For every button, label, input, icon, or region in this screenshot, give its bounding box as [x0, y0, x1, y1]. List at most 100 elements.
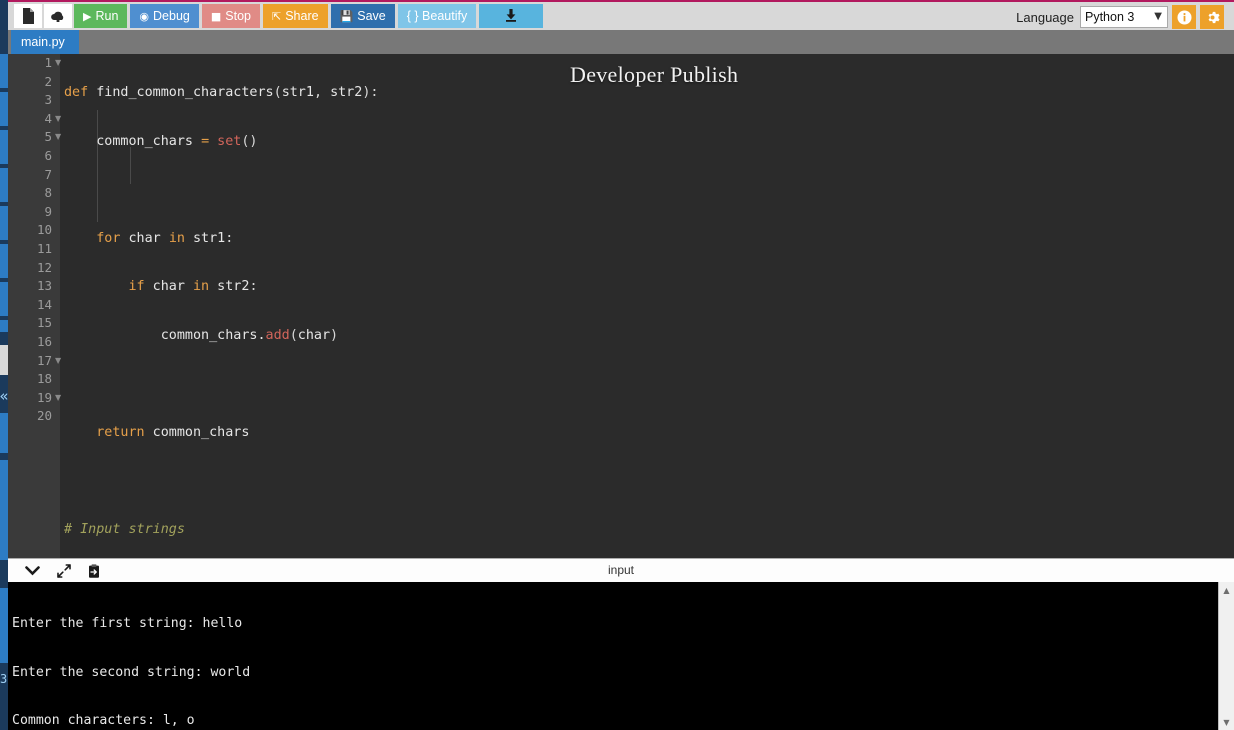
console-output: Enter the first string: hello Enter the …: [12, 585, 298, 730]
rail-segment: [0, 460, 8, 560]
language-value: Python 3: [1085, 10, 1135, 24]
language-label: Language: [1016, 9, 1074, 25]
rail-segment: [0, 92, 8, 126]
rail-segment: [0, 588, 8, 663]
rail-segment: [0, 413, 8, 453]
run-label: Run: [95, 9, 119, 23]
rail-segment: [0, 282, 8, 316]
rail-segment: [0, 130, 8, 164]
debug-circle-icon: ◉: [139, 9, 150, 23]
download-icon: [504, 8, 518, 25]
line-number: 4: [44, 110, 52, 126]
settings-button[interactable]: [1200, 5, 1224, 29]
line-number: 5: [44, 129, 52, 145]
line-number: 18: [36, 371, 52, 387]
toolbar-left-group: ▶ Run ◉ Debug ■ Stop ⇱ Share 💾 Save { } …: [14, 4, 546, 28]
debug-label: Debug: [153, 9, 190, 23]
console-line: Common characters: l, o: [12, 713, 195, 729]
line-number: 13: [36, 278, 52, 294]
line-number: 2: [44, 73, 52, 89]
line-number: 19: [36, 389, 52, 405]
share-button[interactable]: ⇱ Share: [262, 4, 328, 28]
code-line: common_chars.add(char): [64, 327, 339, 343]
console-header: input: [8, 558, 1234, 582]
share-icon: ⇱: [271, 9, 282, 23]
beautify-button[interactable]: { } Beautify: [397, 4, 477, 28]
tab-main-py[interactable]: main.py: [11, 30, 79, 54]
line-number: 16: [36, 334, 52, 349]
line-number: 7: [44, 166, 52, 182]
line-number: 10: [36, 222, 52, 238]
left-rail: « 3: [0, 0, 9, 730]
line-number: 17: [36, 352, 52, 368]
code-editor[interactable]: 1 2 3 4 5 6 7 8 9 10 11 12 13 14 15 16 1…: [8, 54, 1234, 558]
line-number: 3: [44, 92, 52, 108]
info-icon: [1177, 10, 1192, 25]
line-number: 15: [36, 315, 52, 331]
stop-button[interactable]: ■ Stop: [201, 4, 260, 28]
stop-label: Stop: [225, 9, 251, 23]
line-number: 8: [44, 185, 52, 201]
ide-window: « 3 ▶ Run ◉ Debug ■ Stop ⇱ Share 💾 Save …: [0, 0, 1234, 730]
debug-button[interactable]: ◉ Debug: [130, 4, 199, 28]
line-number: 9: [44, 203, 52, 219]
code-line: for char in str1:: [64, 230, 234, 246]
play-icon: ▶: [83, 9, 92, 23]
rail-segment: [0, 320, 8, 332]
upload-button[interactable]: [44, 4, 72, 28]
info-button[interactable]: [1172, 5, 1196, 29]
double-chevron-left-icon[interactable]: «: [0, 385, 9, 407]
beautify-label: { } Beautify: [406, 9, 468, 23]
code-line: if char in str2:: [64, 279, 258, 295]
line-number: 12: [36, 259, 52, 275]
code-line: def find_common_characters(str1, str2):: [64, 85, 379, 100]
rail-segment-light: [0, 345, 8, 375]
save-button[interactable]: 💾 Save: [330, 4, 395, 28]
rail-segment: [0, 206, 8, 240]
rail-segment: [0, 54, 8, 88]
console-line: Enter the second string: world: [12, 664, 251, 680]
console-scrollbar[interactable]: ▲ ▼: [1218, 582, 1234, 730]
language-select[interactable]: Python 3 ▼: [1080, 6, 1168, 28]
fold-marker[interactable]: ▼: [55, 110, 61, 129]
line-number-gutter: 1 2 3 4 5 6 7 8 9 10 11 12 13 14 15 16 1…: [8, 54, 61, 558]
top-toolbar: ▶ Run ◉ Debug ■ Stop ⇱ Share 💾 Save { } …: [0, 0, 1234, 30]
save-label: Save: [357, 9, 386, 23]
chevron-down-icon: ▼: [1154, 11, 1162, 22]
console-line: Enter the first string: hello: [12, 616, 243, 631]
line-number: 11: [36, 241, 52, 256]
tab-label: main.py: [21, 35, 65, 49]
line-number: 14: [36, 296, 52, 312]
console-title: input: [607, 563, 635, 577]
download-button[interactable]: [479, 4, 544, 28]
gear-icon: [1205, 10, 1220, 25]
run-button[interactable]: ▶ Run: [74, 4, 128, 28]
new-file-icon: [22, 8, 35, 24]
share-label: Share: [285, 9, 319, 23]
rail-segment: [0, 244, 8, 278]
fold-marker[interactable]: ▼: [55, 128, 61, 147]
stop-square-icon: ■: [210, 9, 222, 23]
rail-segment: [0, 168, 8, 202]
fold-marker[interactable]: ▼: [55, 352, 61, 371]
fold-marker[interactable]: ▼: [55, 54, 61, 73]
tab-strip: main.py: [8, 30, 1234, 54]
code-content[interactable]: def find_common_characters(str1, str2): …: [64, 54, 1204, 558]
editor-scrollbar[interactable]: [1220, 54, 1234, 558]
code-line: # Input strings: [64, 522, 185, 538]
scroll-up-arrow[interactable]: ▲: [1219, 583, 1234, 597]
code-line: return common_chars: [64, 425, 250, 441]
new-file-button[interactable]: [14, 4, 42, 28]
rail-partial-text: 3: [0, 672, 8, 686]
output-console[interactable]: Enter the first string: hello Enter the …: [8, 582, 1234, 730]
fold-marker[interactable]: ▼: [55, 389, 61, 408]
line-number: 1: [44, 55, 52, 70]
code-line: common_chars = set(): [64, 133, 258, 149]
toolbar-right-group: Language Python 3 ▼: [1016, 5, 1224, 29]
line-number: 20: [36, 408, 52, 424]
upload-cloud-icon: [50, 9, 66, 24]
scroll-down-arrow[interactable]: ▼: [1219, 715, 1234, 729]
